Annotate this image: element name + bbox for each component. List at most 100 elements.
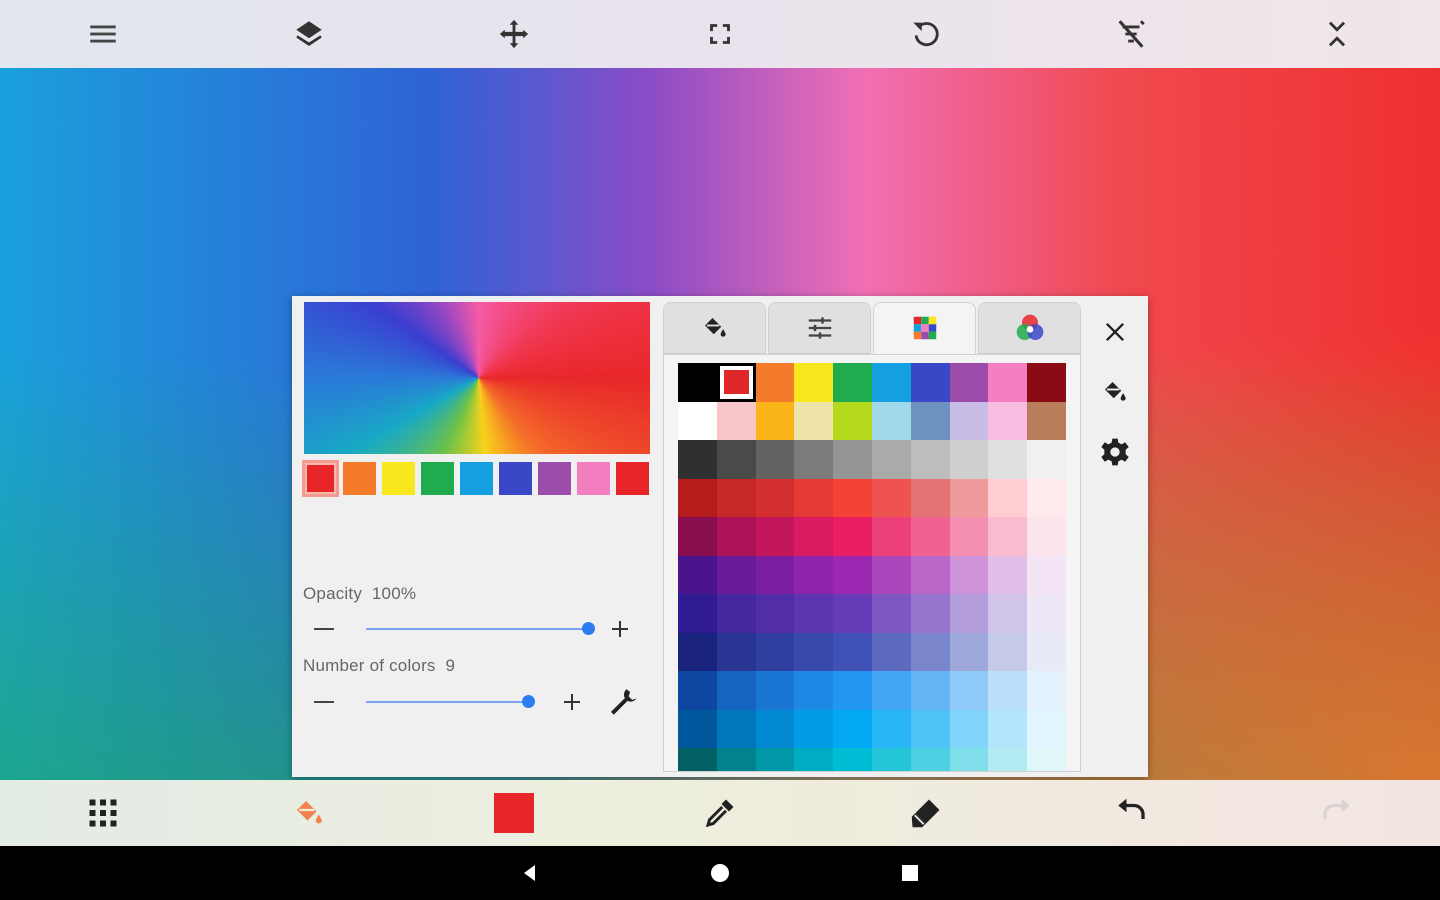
palette-color-cell[interactable] bbox=[794, 555, 834, 594]
palette-color-cell[interactable] bbox=[755, 440, 795, 479]
colors-decrease-button[interactable] bbox=[314, 701, 334, 703]
palette-color-cell[interactable] bbox=[755, 594, 795, 633]
palette-color-cell[interactable] bbox=[755, 363, 795, 402]
palette-color-cell[interactable] bbox=[871, 632, 911, 671]
palette-color-cell[interactable] bbox=[871, 594, 911, 633]
palette-color-cell[interactable] bbox=[833, 478, 872, 517]
palette-color-cell[interactable] bbox=[910, 594, 950, 633]
palette-color-cell[interactable] bbox=[988, 709, 1028, 748]
palette-color-cell[interactable] bbox=[716, 478, 756, 517]
palette-color-cell[interactable] bbox=[755, 401, 795, 440]
opacity-thumb[interactable] bbox=[582, 622, 595, 635]
menu-button[interactable] bbox=[73, 4, 133, 64]
palette-color-cell[interactable] bbox=[871, 517, 911, 556]
palette-color-cell[interactable] bbox=[988, 363, 1028, 402]
home-button[interactable] bbox=[700, 853, 740, 893]
tab-palette[interactable] bbox=[873, 302, 976, 354]
palette-color-cell[interactable] bbox=[1027, 671, 1066, 710]
palette-color-cell[interactable] bbox=[949, 363, 989, 402]
palette-color-cell[interactable] bbox=[794, 363, 834, 402]
palette-color-cell[interactable] bbox=[871, 401, 911, 440]
palette-color-cell[interactable] bbox=[794, 517, 834, 556]
opacity-increase-button[interactable] bbox=[610, 619, 630, 639]
opacity-decrease-button[interactable] bbox=[314, 628, 334, 630]
recent-color-swatch[interactable] bbox=[382, 462, 415, 495]
recent-color-swatch[interactable] bbox=[421, 462, 454, 495]
recent-color-swatch[interactable] bbox=[302, 460, 339, 497]
colors-thumb[interactable] bbox=[522, 695, 536, 708]
palette-color-cell[interactable] bbox=[716, 555, 756, 594]
redo-button[interactable] bbox=[1307, 783, 1367, 843]
fill-button[interactable] bbox=[1092, 362, 1138, 422]
palette-color-cell[interactable] bbox=[910, 671, 950, 710]
palette-color-cell[interactable] bbox=[871, 440, 911, 479]
colors-increase-button[interactable] bbox=[562, 692, 582, 712]
palette-color-cell[interactable] bbox=[871, 555, 911, 594]
palette-color-cell[interactable] bbox=[910, 709, 950, 748]
palette-color-cell[interactable] bbox=[910, 748, 950, 771]
palette-color-cell[interactable] bbox=[988, 748, 1028, 771]
palette-color-cell[interactable] bbox=[755, 517, 795, 556]
palette-color-cell[interactable] bbox=[910, 363, 950, 402]
collapse-button[interactable] bbox=[1307, 4, 1367, 64]
recent-color-swatch[interactable] bbox=[460, 462, 493, 495]
palette-color-cell[interactable] bbox=[678, 478, 717, 517]
palette-color-cell[interactable] bbox=[910, 440, 950, 479]
undo-button[interactable] bbox=[1101, 783, 1161, 843]
palette-color-cell[interactable] bbox=[794, 671, 834, 710]
palette-color-cell[interactable] bbox=[871, 478, 911, 517]
palette-color-cell[interactable] bbox=[716, 363, 756, 402]
palette-color-cell[interactable] bbox=[678, 401, 717, 440]
palette-color-cell[interactable] bbox=[716, 401, 756, 440]
palette-color-cell[interactable] bbox=[678, 517, 717, 556]
palette-color-cell[interactable] bbox=[1027, 594, 1066, 633]
palette-color-cell[interactable] bbox=[678, 440, 717, 479]
opacity-track[interactable] bbox=[366, 628, 588, 630]
palette-color-cell[interactable] bbox=[678, 632, 717, 671]
palette-color-cell[interactable] bbox=[988, 440, 1028, 479]
palette-color-cell[interactable] bbox=[833, 401, 872, 440]
recent-color-swatch[interactable] bbox=[577, 462, 610, 495]
tab-color-wheel[interactable] bbox=[978, 302, 1081, 354]
palette-color-cell[interactable] bbox=[794, 478, 834, 517]
palette-color-cell[interactable] bbox=[1027, 363, 1066, 402]
palette-color-cell[interactable] bbox=[949, 478, 989, 517]
palette-color-cell[interactable] bbox=[716, 748, 756, 771]
palette-color-cell[interactable] bbox=[988, 555, 1028, 594]
palette-color-cell[interactable] bbox=[833, 555, 872, 594]
eraser-button[interactable] bbox=[896, 783, 956, 843]
palette-color-cell[interactable] bbox=[833, 748, 872, 771]
palette-color-cell[interactable] bbox=[833, 671, 872, 710]
recent-color-swatch[interactable] bbox=[499, 462, 532, 495]
wrench-icon[interactable] bbox=[606, 685, 640, 719]
palette-color-cell[interactable] bbox=[716, 709, 756, 748]
opacity-slider[interactable] bbox=[312, 614, 642, 644]
fill-tool-button[interactable] bbox=[279, 783, 339, 843]
palette-color-cell[interactable] bbox=[1027, 555, 1066, 594]
palette-color-cell[interactable] bbox=[794, 401, 834, 440]
palette-color-cell[interactable] bbox=[949, 594, 989, 633]
palette-color-cell[interactable] bbox=[678, 709, 717, 748]
palette-color-cell[interactable] bbox=[910, 401, 950, 440]
palette-color-cell[interactable] bbox=[1027, 478, 1066, 517]
palette-color-cell[interactable] bbox=[871, 709, 911, 748]
palette-color-cell[interactable] bbox=[833, 632, 872, 671]
palette-color-cell[interactable] bbox=[755, 632, 795, 671]
palette-color-cell[interactable] bbox=[988, 478, 1028, 517]
rotate-button[interactable] bbox=[896, 4, 956, 64]
palette-color-cell[interactable] bbox=[910, 478, 950, 517]
palette-color-cell[interactable] bbox=[988, 632, 1028, 671]
palette-color-cell[interactable] bbox=[716, 440, 756, 479]
palette-color-cell[interactable] bbox=[949, 632, 989, 671]
tab-fill[interactable] bbox=[663, 302, 766, 354]
palette-color-cell[interactable] bbox=[871, 363, 911, 402]
apps-grid-button[interactable] bbox=[73, 783, 133, 843]
palette-color-cell[interactable] bbox=[1027, 517, 1066, 556]
palette-color-cell[interactable] bbox=[833, 363, 872, 402]
palette-color-cell[interactable] bbox=[988, 517, 1028, 556]
palette-color-cell[interactable] bbox=[755, 555, 795, 594]
settings-button[interactable] bbox=[1092, 422, 1138, 482]
palette-color-cell[interactable] bbox=[833, 517, 872, 556]
palette-color-cell[interactable] bbox=[794, 594, 834, 633]
palette-color-cell[interactable] bbox=[871, 671, 911, 710]
